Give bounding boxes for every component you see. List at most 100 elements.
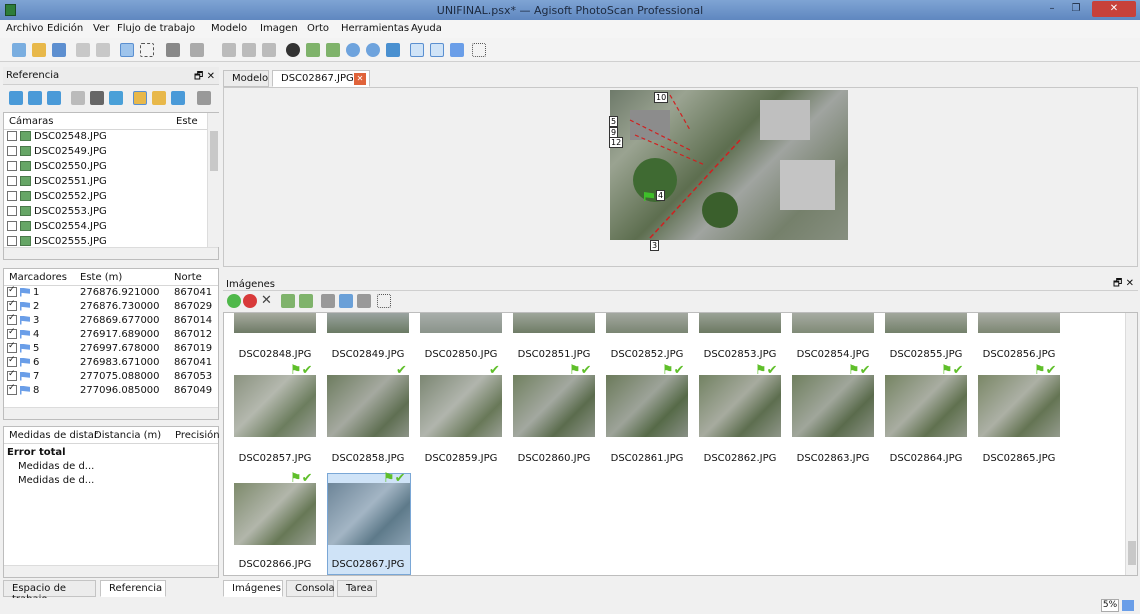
image-label[interactable]: DSC02853.JPG [694, 349, 786, 360]
panel-float-close-icon[interactable]: 🗗 ✕ [194, 69, 215, 86]
settings-icon[interactable] [197, 91, 211, 105]
checkbox[interactable] [7, 355, 17, 367]
menu-herramientas[interactable]: Herramientas [341, 23, 409, 34]
checkbox[interactable] [7, 146, 17, 156]
marker-row[interactable]: 6 276983.671000 867041 [7, 355, 217, 371]
save-icon[interactable] [52, 43, 66, 57]
enable-icon[interactable] [227, 294, 241, 308]
image-label[interactable]: DSC02861.JPG [601, 453, 693, 464]
image-thumbnail[interactable] [234, 313, 316, 333]
checkbox[interactable] [7, 341, 17, 353]
image-thumbnail[interactable] [513, 313, 595, 333]
checkbox[interactable] [7, 131, 17, 141]
distances-col-distance[interactable]: Distancia (m) [94, 430, 161, 441]
draw-icon[interactable] [190, 43, 204, 57]
image-label[interactable]: DSC02857.JPG [229, 453, 321, 464]
network-status-icon[interactable] [1122, 600, 1134, 611]
markers-col-este[interactable]: Este (m) [80, 272, 122, 283]
image-thumbnail[interactable] [327, 313, 409, 333]
distances-col-precision[interactable]: Precisión [175, 430, 220, 441]
convert-icon[interactable] [47, 91, 61, 105]
markers-hscroll[interactable] [4, 407, 218, 419]
marker-label-10[interactable]: 10 [654, 92, 669, 103]
view-mode-icon[interactable] [377, 294, 391, 308]
tab-workspace[interactable]: Espacio de trabajo [3, 580, 96, 605]
image-thumbnail[interactable] [328, 483, 410, 545]
image-label[interactable]: DSC02864.JPG [880, 453, 972, 464]
grid-icon[interactable] [472, 43, 486, 57]
image-thumbnail[interactable] [420, 313, 502, 333]
image-thumbnail[interactable] [699, 313, 781, 333]
checkbox[interactable] [7, 369, 17, 381]
menu-archivo[interactable]: Archivo [6, 23, 43, 34]
reset-filter-icon[interactable] [299, 294, 313, 308]
image-thumbnail[interactable] [978, 313, 1060, 333]
checkbox[interactable] [7, 285, 17, 297]
new-icon[interactable] [12, 43, 26, 57]
minimize-button[interactable]: – [1040, 1, 1064, 17]
view-image-icon[interactable] [410, 43, 424, 57]
camera-row[interactable]: DSC02552.JPG [7, 191, 107, 205]
disable-icon[interactable] [243, 294, 257, 308]
image-label[interactable]: DSC02863.JPG [787, 453, 879, 464]
remove-icon[interactable]: ✕ [261, 294, 275, 308]
tab-tarea[interactable]: Tarea [337, 580, 377, 597]
redo-icon[interactable] [96, 43, 110, 57]
shading-icon[interactable] [286, 43, 300, 57]
distances-col-name[interactable]: Medidas de distar [9, 430, 98, 441]
image-thumbnail[interactable] [606, 375, 688, 437]
marker-row[interactable]: 1 276876.921000 867041 [7, 285, 217, 301]
close-button[interactable]: ✕ [1092, 1, 1136, 17]
aerial-photo[interactable] [610, 90, 848, 240]
details-icon[interactable] [357, 294, 371, 308]
image-label[interactable]: DSC02862.JPG [694, 453, 786, 464]
open-icon[interactable] [32, 43, 46, 57]
view-shapes-icon[interactable] [430, 43, 444, 57]
menu-edicion[interactable]: Edición [47, 23, 83, 34]
menu-ver[interactable]: Ver [93, 23, 109, 34]
camera-row[interactable]: DSC02554.JPG [7, 221, 107, 235]
photo-view[interactable]: 10 5 9 12 4 3 [223, 87, 1138, 267]
camera-row[interactable]: DSC02550.JPG [7, 161, 107, 175]
tab-reference[interactable]: Referencia [100, 580, 166, 597]
image-thumbnail[interactable] [420, 375, 502, 437]
mask-icon[interactable] [339, 294, 353, 308]
zoom-in-icon[interactable] [346, 43, 360, 57]
move-icon[interactable] [386, 43, 400, 57]
tab-imagenes[interactable]: Imágenes [223, 580, 283, 597]
image-label[interactable]: DSC02849.JPG [322, 349, 414, 360]
image-thumbnail[interactable] [234, 483, 316, 545]
distances-hscroll[interactable] [4, 565, 218, 577]
menu-imagen[interactable]: Imagen [260, 23, 298, 34]
checkbox[interactable] [7, 191, 17, 201]
tab-consola[interactable]: Consola [286, 580, 335, 597]
image-thumbnail[interactable] [699, 375, 781, 437]
marker-row[interactable]: 2 276876.730000 867029 [7, 299, 217, 315]
markers-col-norte[interactable]: Norte [174, 272, 202, 283]
markers-col-name[interactable]: Marcadores [9, 272, 67, 283]
image-label[interactable]: DSC02855.JPG [880, 349, 972, 360]
cameras-vscroll[interactable] [207, 113, 219, 247]
image-thumbnail[interactable] [885, 375, 967, 437]
image-label[interactable]: DSC02859.JPG [415, 453, 507, 464]
close-tab-icon[interactable]: ✕ [354, 73, 366, 85]
optimize-icon[interactable] [90, 91, 104, 105]
checkbox[interactable] [7, 236, 17, 246]
image-thumbnail[interactable] [885, 313, 967, 333]
zoom-out-icon[interactable] [366, 43, 380, 57]
image-thumbnail[interactable] [792, 313, 874, 333]
cameras-col-name[interactable]: Cámaras [9, 116, 53, 127]
marker-row[interactable]: 7 277075.088000 867053 [7, 369, 217, 385]
rotate-icon[interactable] [242, 43, 256, 57]
find-icon[interactable] [321, 294, 335, 308]
marker-row[interactable]: 5 276997.678000 867019 [7, 341, 217, 357]
tab-modelo[interactable]: Modelo [223, 70, 269, 87]
image-label[interactable]: DSC02852.JPG [601, 349, 693, 360]
flag-icon[interactable] [450, 43, 464, 57]
camera-row[interactable]: DSC02549.JPG [7, 146, 107, 160]
image-label[interactable]: DSC02854.JPG [787, 349, 879, 360]
marker-row[interactable]: 4 276917.689000 867012 [7, 327, 217, 343]
update-icon[interactable] [109, 91, 123, 105]
checkbox[interactable] [7, 161, 17, 171]
distance-row[interactable]: Medidas de d... [18, 475, 94, 489]
